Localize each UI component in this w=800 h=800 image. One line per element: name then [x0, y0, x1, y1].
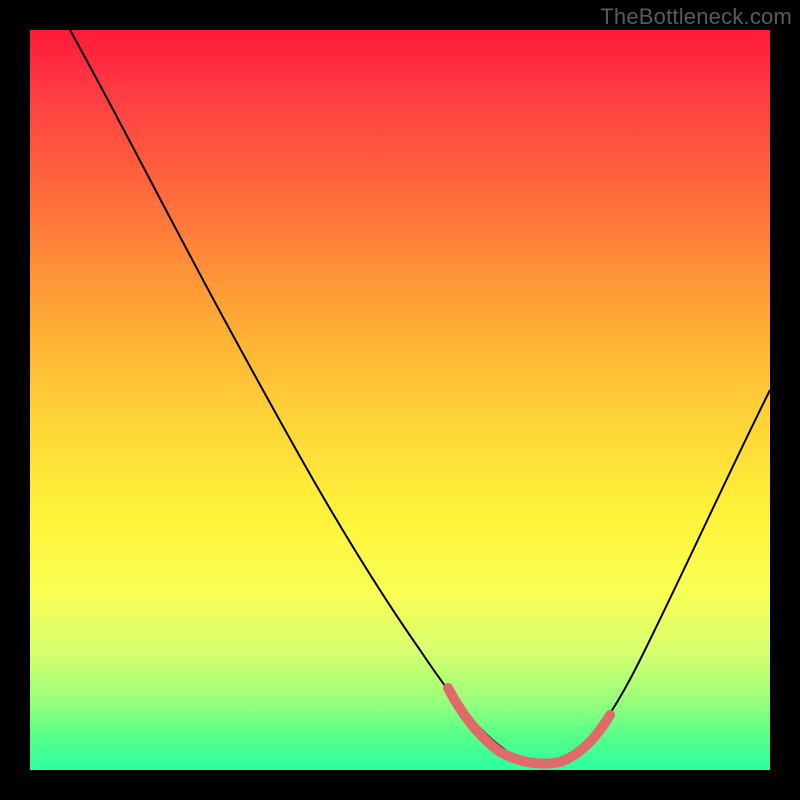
- chart-overlay: [30, 30, 770, 770]
- optimal-zone-highlight: [448, 688, 610, 764]
- bottleneck-curve: [70, 30, 770, 765]
- watermark-text: TheBottleneck.com: [600, 4, 792, 30]
- chart-frame: [30, 30, 770, 770]
